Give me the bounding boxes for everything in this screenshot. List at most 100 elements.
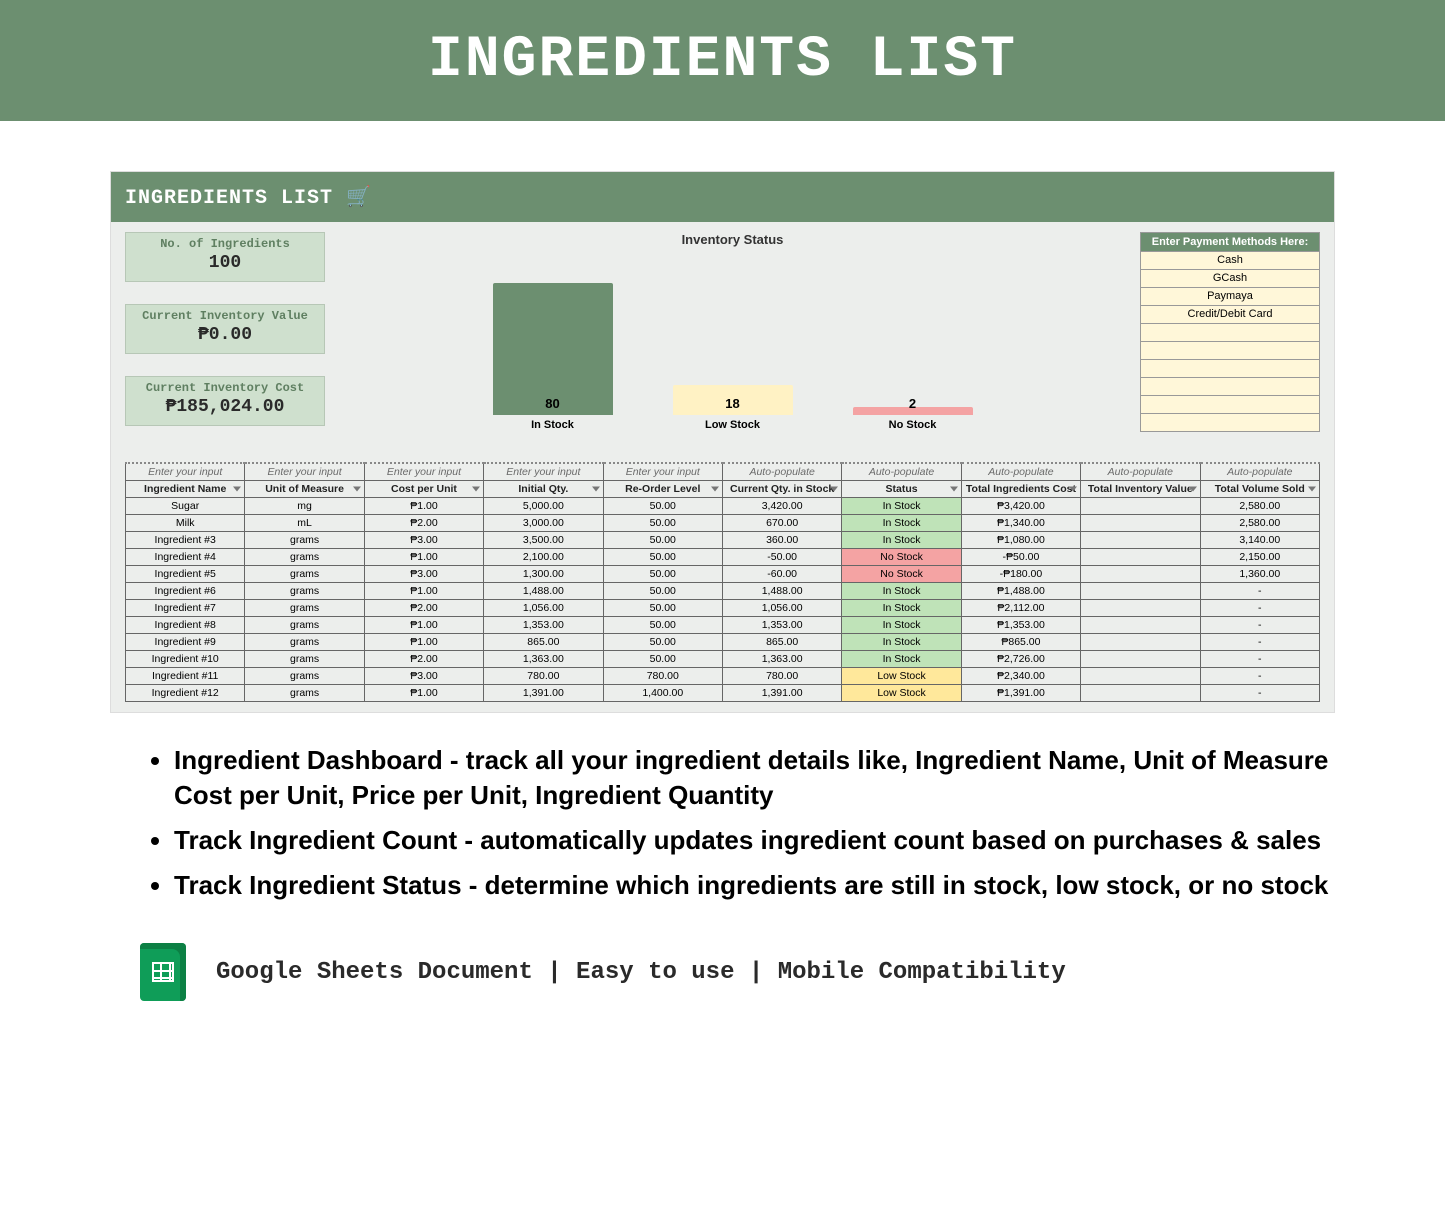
table-cell[interactable]: 670.00 (722, 515, 841, 532)
table-cell[interactable]: mL (245, 515, 364, 532)
table-cell[interactable]: In Stock (842, 634, 961, 651)
filter-icon[interactable] (353, 487, 361, 492)
ingredients-table[interactable]: Enter your inputEnter your inputEnter yo… (125, 462, 1320, 702)
table-cell[interactable]: 3,500.00 (484, 532, 603, 549)
table-cell[interactable]: In Stock (842, 651, 961, 668)
table-cell[interactable]: In Stock (842, 583, 961, 600)
table-cell[interactable]: 1,056.00 (484, 600, 603, 617)
table-cell[interactable]: - (1200, 634, 1319, 651)
table-cell[interactable]: ₱2,726.00 (961, 651, 1080, 668)
filter-icon[interactable] (233, 487, 241, 492)
table-cell[interactable] (1081, 549, 1200, 566)
table-cell[interactable]: 1,353.00 (484, 617, 603, 634)
table-cell[interactable]: Ingredient #3 (126, 532, 245, 549)
table-cell[interactable]: 1,391.00 (722, 685, 841, 702)
table-cell[interactable] (1081, 515, 1200, 532)
table-cell[interactable] (1081, 634, 1200, 651)
table-cell[interactable]: ₱1.00 (364, 685, 483, 702)
table-cell[interactable]: ₱3.00 (364, 532, 483, 549)
table-cell[interactable]: Ingredient #12 (126, 685, 245, 702)
filter-icon[interactable] (711, 487, 719, 492)
table-cell[interactable]: In Stock (842, 617, 961, 634)
table-cell[interactable]: grams (245, 549, 364, 566)
payment-method-cell[interactable] (1140, 396, 1320, 414)
table-row[interactable]: Ingredient #10grams₱2.001,363.0050.001,3… (126, 651, 1320, 668)
table-row[interactable]: MilkmL₱2.003,000.0050.00670.00In Stock₱1… (126, 515, 1320, 532)
table-cell[interactable]: 780.00 (722, 668, 841, 685)
table-cell[interactable]: Ingredient #9 (126, 634, 245, 651)
table-cell[interactable]: 3,000.00 (484, 515, 603, 532)
table-cell[interactable]: -₱50.00 (961, 549, 1080, 566)
table-cell[interactable]: Ingredient #5 (126, 566, 245, 583)
payment-method-cell[interactable]: Credit/Debit Card (1140, 306, 1320, 324)
table-cell[interactable]: 1,400.00 (603, 685, 722, 702)
table-cell[interactable]: - (1200, 651, 1319, 668)
table-cell[interactable]: ₱1.00 (364, 617, 483, 634)
table-cell[interactable] (1081, 600, 1200, 617)
table-row[interactable]: Ingredient #12grams₱1.001,391.001,400.00… (126, 685, 1320, 702)
payment-method-cell[interactable]: Cash (1140, 252, 1320, 270)
payment-method-cell[interactable]: GCash (1140, 270, 1320, 288)
payment-method-cell[interactable]: Paymaya (1140, 288, 1320, 306)
table-cell[interactable]: In Stock (842, 532, 961, 549)
table-cell[interactable]: grams (245, 651, 364, 668)
table-row[interactable]: Sugarmg₱1.005,000.0050.003,420.00In Stoc… (126, 498, 1320, 515)
table-cell[interactable]: 1,391.00 (484, 685, 603, 702)
column-header[interactable]: Unit of Measure (245, 481, 364, 498)
table-cell[interactable]: ₱2.00 (364, 600, 483, 617)
table-cell[interactable]: 3,420.00 (722, 498, 841, 515)
table-cell[interactable]: grams (245, 634, 364, 651)
table-cell[interactable]: ₱1,080.00 (961, 532, 1080, 549)
table-cell[interactable]: 1,363.00 (722, 651, 841, 668)
table-cell[interactable]: -60.00 (722, 566, 841, 583)
table-cell[interactable]: ₱1.00 (364, 634, 483, 651)
table-cell[interactable]: ₱3.00 (364, 566, 483, 583)
table-cell[interactable]: 1,056.00 (722, 600, 841, 617)
table-cell[interactable] (1081, 617, 1200, 634)
table-cell[interactable]: 865.00 (722, 634, 841, 651)
table-cell[interactable]: In Stock (842, 515, 961, 532)
column-header[interactable]: Ingredient Name (126, 481, 245, 498)
table-cell[interactable]: 50.00 (603, 651, 722, 668)
table-cell[interactable]: - (1200, 668, 1319, 685)
column-header[interactable]: Cost per Unit (364, 481, 483, 498)
table-cell[interactable]: grams (245, 617, 364, 634)
table-cell[interactable]: 1,300.00 (484, 566, 603, 583)
filter-icon[interactable] (472, 487, 480, 492)
table-cell[interactable]: 865.00 (484, 634, 603, 651)
table-cell[interactable]: 2,100.00 (484, 549, 603, 566)
table-row[interactable]: Ingredient #11grams₱3.00780.00780.00780.… (126, 668, 1320, 685)
table-cell[interactable]: ₱1,353.00 (961, 617, 1080, 634)
table-cell[interactable]: ₱1.00 (364, 583, 483, 600)
payment-method-cell[interactable] (1140, 324, 1320, 342)
table-cell[interactable]: 50.00 (603, 634, 722, 651)
table-cell[interactable]: 2,580.00 (1200, 498, 1319, 515)
filter-icon[interactable] (592, 487, 600, 492)
table-cell[interactable] (1081, 583, 1200, 600)
table-cell[interactable]: ₱2.00 (364, 651, 483, 668)
table-cell[interactable]: No Stock (842, 566, 961, 583)
table-cell[interactable]: grams (245, 566, 364, 583)
table-cell[interactable]: Sugar (126, 498, 245, 515)
table-row[interactable]: Ingredient #8grams₱1.001,353.0050.001,35… (126, 617, 1320, 634)
table-cell[interactable]: 1,488.00 (484, 583, 603, 600)
filter-icon[interactable] (1069, 487, 1077, 492)
payment-method-cell[interactable] (1140, 378, 1320, 396)
filter-icon[interactable] (1189, 487, 1197, 492)
table-cell[interactable]: Ingredient #8 (126, 617, 245, 634)
filter-icon[interactable] (950, 487, 958, 492)
table-cell[interactable]: 2,150.00 (1200, 549, 1319, 566)
table-cell[interactable]: In Stock (842, 498, 961, 515)
table-cell[interactable]: grams (245, 532, 364, 549)
table-cell[interactable]: 50.00 (603, 549, 722, 566)
table-cell[interactable]: grams (245, 600, 364, 617)
column-header[interactable]: Total Volume Sold (1200, 481, 1319, 498)
table-row[interactable]: Ingredient #6grams₱1.001,488.0050.001,48… (126, 583, 1320, 600)
table-cell[interactable]: 50.00 (603, 617, 722, 634)
table-cell[interactable]: 780.00 (484, 668, 603, 685)
table-cell[interactable]: Low Stock (842, 668, 961, 685)
table-cell[interactable]: Ingredient #11 (126, 668, 245, 685)
payment-method-cell[interactable] (1140, 360, 1320, 378)
table-cell[interactable]: ₱1.00 (364, 549, 483, 566)
table-cell[interactable]: grams (245, 583, 364, 600)
